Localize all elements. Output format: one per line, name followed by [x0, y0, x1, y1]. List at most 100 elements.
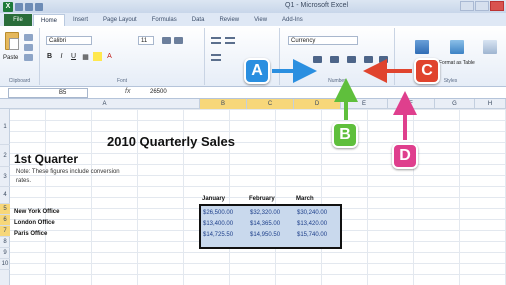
sales-cell[interactable]: $15,740.00	[297, 232, 327, 238]
note-line-2[interactable]: rates.	[16, 178, 31, 184]
insert-function-icon[interactable]: fx	[125, 88, 130, 95]
font-size-select[interactable]: 11	[138, 36, 154, 45]
row-header-2[interactable]: 2	[0, 145, 10, 167]
redo-icon[interactable]	[35, 2, 43, 11]
row-header-4[interactable]: 4	[0, 187, 10, 204]
format-as-table-icon[interactable]	[450, 40, 464, 54]
row-header-3[interactable]: 3	[0, 167, 10, 187]
sales-cell[interactable]: $26,500.00	[203, 210, 233, 216]
column-header-d[interactable]: D	[294, 99, 341, 109]
header-february[interactable]: February	[249, 196, 275, 202]
format-painter-icon[interactable]	[24, 54, 33, 61]
sheet-title[interactable]: 2010 Quarterly Sales	[107, 134, 235, 149]
selected-range[interactable]: $26,500.00 $32,320.00 $30,240.00 $13,400…	[199, 204, 342, 249]
clipboard-group-label: Clipboard	[8, 78, 31, 84]
number-group-label: Number	[328, 78, 346, 84]
row-header-1[interactable]: 1	[0, 109, 10, 145]
sales-cell[interactable]: $32,320.00	[250, 210, 280, 216]
undo-icon[interactable]	[25, 2, 33, 11]
comma-style-icon[interactable]	[347, 56, 356, 63]
fill-color-icon[interactable]	[93, 52, 102, 61]
row-header-10[interactable]: 10	[0, 259, 10, 270]
column-header-f[interactable]: F	[388, 99, 435, 109]
callout-b: B	[332, 122, 358, 148]
shrink-font-icon[interactable]	[174, 37, 183, 44]
format-as-table-label[interactable]: Format as Table	[439, 60, 475, 66]
cell-styles-icon[interactable]	[483, 40, 497, 54]
percent-style-icon[interactable]	[330, 56, 339, 63]
tab-data[interactable]: Data	[185, 14, 212, 26]
save-icon[interactable]	[15, 2, 23, 11]
column-header-e[interactable]: E	[341, 99, 388, 109]
minimize-button[interactable]	[460, 1, 474, 11]
office-label[interactable]: New York Office	[14, 209, 59, 215]
row-header-7[interactable]: 7	[0, 226, 10, 237]
accounting-format-icon[interactable]	[313, 56, 322, 63]
paste-icon[interactable]	[5, 32, 19, 50]
title-bar: X Q1 - Microsoft Excel	[0, 0, 506, 13]
column-header-c[interactable]: C	[247, 99, 294, 109]
name-box[interactable]: B5	[8, 88, 88, 98]
row-headers: 1 2 3 4 5 6 7 8 9 10	[0, 109, 10, 285]
header-march[interactable]: March	[296, 196, 314, 202]
font-name-select[interactable]: Calibri	[46, 36, 92, 45]
column-header-g[interactable]: G	[435, 99, 475, 109]
column-header-a[interactable]: A	[10, 99, 200, 109]
office-label[interactable]: London Office	[14, 220, 55, 226]
number-format-select[interactable]: Currency	[288, 36, 358, 45]
quick-access-toolbar: X	[3, 1, 43, 12]
increase-decimal-icon[interactable]	[364, 56, 373, 63]
align-middle-icon[interactable]	[225, 37, 235, 44]
tab-home[interactable]: Home	[33, 14, 66, 26]
paste-button-label[interactable]: Paste	[3, 55, 18, 61]
office-label[interactable]: Paris Office	[14, 231, 47, 237]
tab-page-layout[interactable]: Page Layout	[96, 14, 144, 26]
align-left-icon[interactable]	[211, 54, 221, 61]
sheet-subtitle[interactable]: 1st Quarter	[14, 152, 78, 166]
tab-formulas[interactable]: Formulas	[145, 14, 184, 26]
excel-logo-icon: X	[3, 1, 13, 12]
tab-insert[interactable]: Insert	[66, 14, 95, 26]
sales-cell[interactable]: $14,365.00	[250, 221, 280, 227]
sales-cell[interactable]: $30,240.00	[297, 210, 327, 216]
sales-cell[interactable]: $14,725.50	[203, 232, 233, 238]
font-group-label: Font	[116, 78, 127, 84]
italic-button[interactable]: I	[57, 52, 66, 61]
column-header-b[interactable]: B	[200, 99, 247, 109]
row-header-5[interactable]: 5	[0, 204, 10, 215]
align-top-icon[interactable]	[211, 37, 221, 44]
callout-a: A	[244, 58, 270, 84]
close-button[interactable]	[490, 1, 504, 11]
sales-cell[interactable]: $13,420.00	[297, 221, 327, 227]
row-header-9[interactable]: 9	[0, 248, 10, 259]
column-header-h[interactable]: H	[475, 99, 506, 109]
row-header-6[interactable]: 6	[0, 215, 10, 226]
tab-add-ins[interactable]: Add-Ins	[275, 14, 310, 26]
tab-review[interactable]: Review	[212, 14, 246, 26]
decrease-decimal-icon[interactable]	[379, 56, 388, 63]
maximize-button[interactable]	[475, 1, 489, 11]
styles-group-label: Styles	[443, 78, 458, 84]
tab-file[interactable]: File	[4, 14, 32, 26]
font-color-icon[interactable]: A	[105, 52, 114, 61]
row-header-8[interactable]: 8	[0, 237, 10, 248]
ribbon-tabs: File Home Insert Page Layout Formulas Da…	[0, 13, 506, 26]
column-headers: A B C D E F G H	[0, 99, 506, 109]
borders-icon[interactable]: ▦	[81, 52, 90, 61]
tab-view[interactable]: View	[247, 14, 274, 26]
copy-icon[interactable]	[24, 44, 33, 51]
grow-font-icon[interactable]	[162, 37, 171, 44]
formula-bar: B5 fx 26500	[0, 87, 506, 99]
note-line-1[interactable]: Note: These figures include conversion	[16, 169, 120, 175]
header-january[interactable]: January	[202, 196, 225, 202]
sales-cell[interactable]: $13,400.00	[203, 221, 233, 227]
cut-icon[interactable]	[24, 34, 33, 41]
underline-button[interactable]: U	[69, 52, 78, 61]
formula-input[interactable]: 26500	[150, 89, 167, 95]
bold-button[interactable]: B	[45, 52, 54, 61]
window-title: Q1 - Microsoft Excel	[285, 2, 349, 9]
conditional-formatting-icon[interactable]	[415, 40, 429, 54]
styles-group: Format as Table Styles	[395, 28, 506, 85]
sales-cell[interactable]: $14,950.50	[250, 232, 280, 238]
window-controls	[460, 1, 504, 11]
